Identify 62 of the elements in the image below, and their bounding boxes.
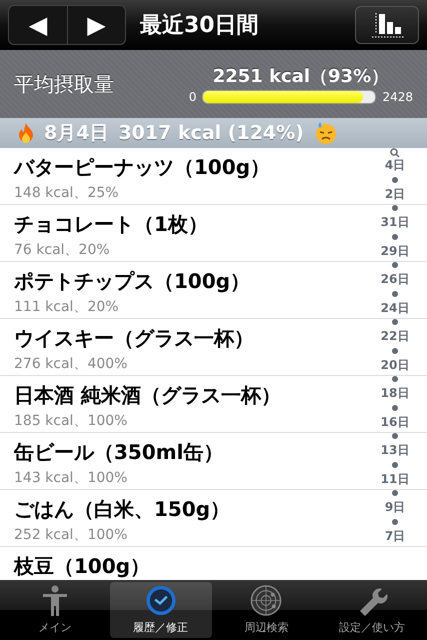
index-label[interactable]: 31日 [380,215,410,230]
food-name: バターピーナッツ（100g） [14,154,270,181]
index-label[interactable]: 29日 [380,244,410,258]
summary-label: 平均摂取量 [14,70,115,98]
radar-icon [249,584,284,617]
section-date: 8月4日 [44,121,108,146]
index-dot [392,462,398,468]
previous-button[interactable]: ◀ [9,6,67,44]
index-dot [392,433,398,439]
bar-chart-icon [370,11,404,39]
index-label[interactable]: 18日 [380,386,410,400]
food-detail: 111 kcal、20% [14,298,119,316]
next-button[interactable]: ▶ [67,6,125,44]
food-detail: 76 kcal、20% [14,241,110,259]
index-dot [392,290,398,296]
nav-title: 最近30日間 [140,12,260,40]
food-detail: 143 kcal、100% [14,469,128,487]
index-label[interactable]: 26日 [380,272,410,286]
index-label[interactable]: 13日 [380,443,410,458]
index-label[interactable]: 20日 [380,358,410,372]
index-dot [392,176,398,182]
index-label[interactable]: 11日 [380,472,410,486]
index-dot [392,348,398,354]
food-name: 日本酒 純米酒（グラス一杯） [14,382,281,409]
index-dot [392,490,398,496]
index-label[interactable]: 22日 [380,329,410,344]
index-dot [392,404,398,410]
bar-max-label: 2428 [382,90,413,104]
food-name: 缶ビール（350ml缶） [14,439,224,466]
flame-icon [18,123,34,143]
food-name: チョコレート（1枚） [14,211,208,238]
index-dot [392,376,398,382]
food-detail: 185 kcal、100% [14,412,128,430]
tab[interactable]: 設定／使い方 [321,582,423,638]
index-label[interactable]: 2日 [384,186,406,201]
average-value: 2251 kcal（93%） [212,65,390,88]
food-name: ウイスキー（グラス一杯） [14,325,254,352]
index-label[interactable]: 7日 [384,528,406,543]
index-dot [392,205,398,211]
food-name: ごはん（白米、150g） [14,496,230,523]
search-icon[interactable] [390,148,400,158]
food-detail: 148 kcal、25% [14,184,119,202]
index-label[interactable]: 24日 [380,300,410,315]
food-name: 枝豆（100g） [14,553,150,580]
index-dot [392,319,398,325]
index-label[interactable]: 16日 [380,414,410,429]
food-detail: 252 kcal、100% [14,526,128,544]
food-detail: 276 kcal、400% [14,355,128,373]
tab[interactable]: メイン [4,582,106,638]
index-dot [392,518,398,524]
index-dot [392,234,398,240]
person-icon [42,585,68,617]
bar-min-label: 0 [188,90,196,104]
chart-button[interactable] [355,6,419,44]
index-dot [392,262,398,268]
index-label[interactable]: 4日 [384,158,406,172]
section-total: 3017 kcal (124%) [118,122,304,144]
tab[interactable]: 履歴／修正 [110,582,212,638]
food-name: ポテトチップス（100g） [14,268,250,295]
tab[interactable]: 周辺検索 [216,582,318,638]
index-label[interactable]: 9日 [384,500,406,514]
sweat-face-icon [314,121,338,145]
